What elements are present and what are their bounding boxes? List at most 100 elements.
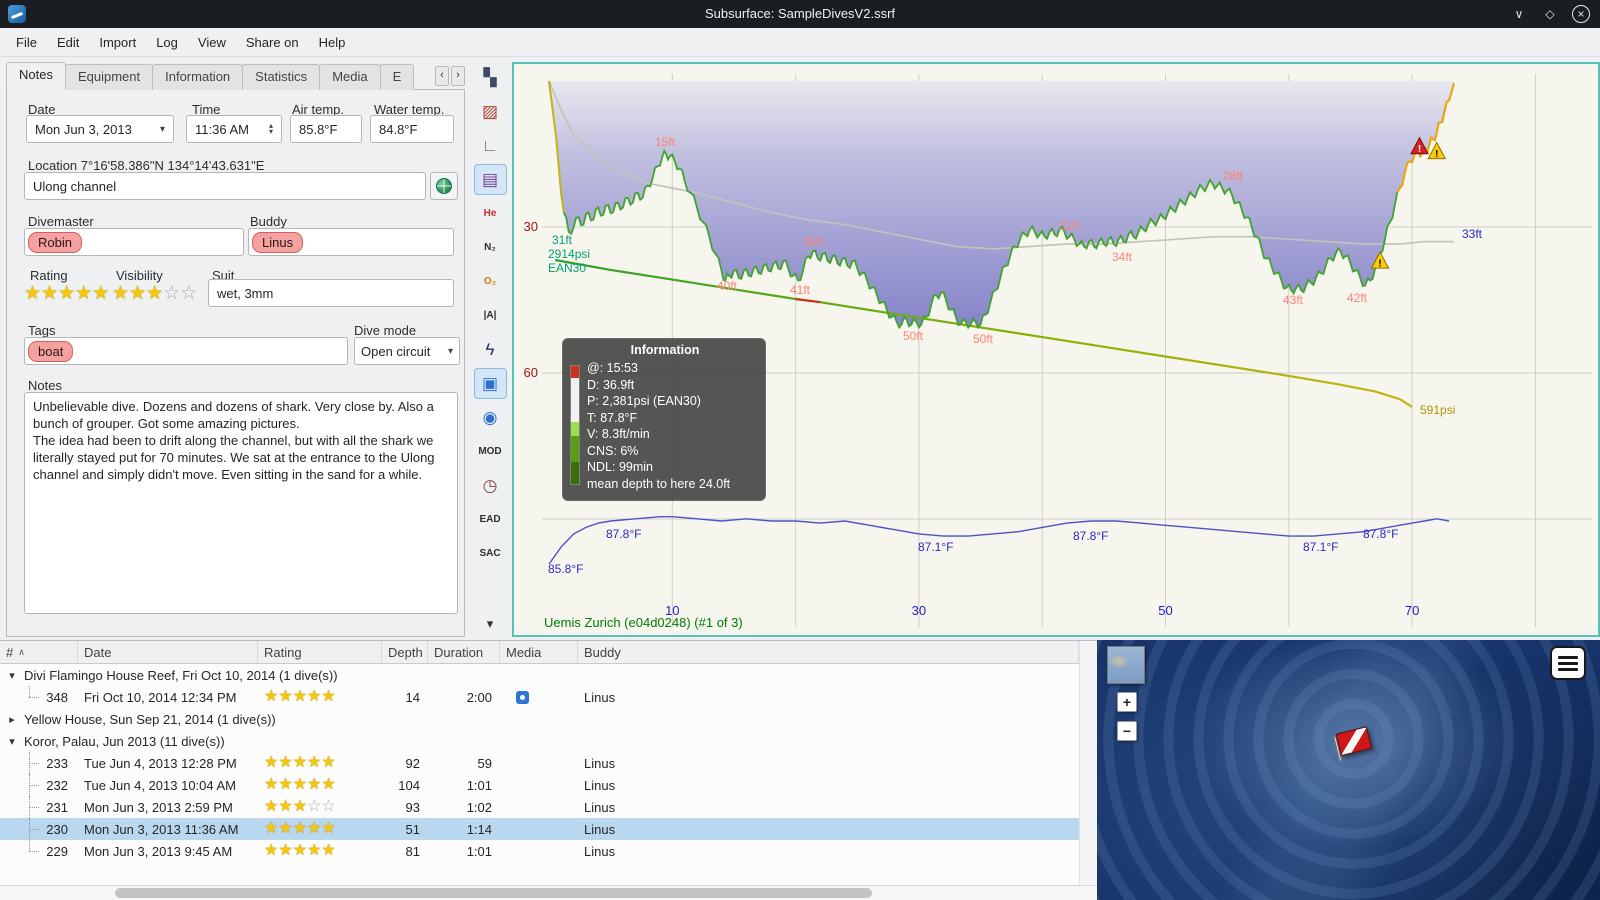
dive-mode-select[interactable]: Open circuit ▾ [354,337,460,365]
notes-textarea[interactable]: Unbelievable dive. Dozens and dozens of … [24,392,458,614]
column-header-duration[interactable]: Duration [428,641,500,663]
he-graph-icon[interactable]: He [474,198,507,229]
o2-graph-icon[interactable]: O₂ [474,266,507,297]
ndl-icon[interactable]: ◷ [474,470,507,501]
time-spinner-buttons[interactable]: ▴ ▾ [269,122,273,136]
star-icon[interactable]: ★ [112,284,129,303]
menu-import[interactable]: Import [89,31,146,54]
star-icon[interactable]: ★ [293,777,307,793]
tab-scroll-left-button[interactable]: ‹ [435,66,449,86]
menu-edit[interactable]: Edit [47,31,89,54]
star-icon[interactable]: ★ [321,689,335,705]
date-select[interactable]: Mon Jun 3, 2013 ▾ [26,115,174,143]
star-icon[interactable]: ★ [264,689,278,705]
star-icon[interactable]: ☆ [307,799,321,815]
dive-site-map[interactable]: + − [1097,640,1600,900]
menu-log[interactable]: Log [146,31,188,54]
trip-row[interactable]: ▸ Yellow House, Sun Sep 21, 2014 (1 dive(… [0,708,1079,730]
divemaster-tag[interactable]: Robin [28,231,82,253]
visibility-stars[interactable]: ★ ★ ★ ☆ ☆ [112,284,197,303]
star-icon[interactable]: ★ [321,777,335,793]
tab-notes[interactable]: Notes [6,62,66,90]
salinity-icon[interactable]: ◉ [474,402,507,433]
media-icon[interactable] [516,690,529,704]
star-icon[interactable]: ★ [293,755,307,771]
dive-site-flag-marker[interactable] [1331,724,1375,768]
menu-help[interactable]: Help [309,31,356,54]
star-icon[interactable]: ★ [293,689,307,705]
map-location-button[interactable] [430,172,458,200]
column-header-depth[interactable]: Depth [382,641,428,663]
tag-chip[interactable]: boat [28,340,74,362]
star-icon[interactable]: ★ [307,755,321,771]
star-icon[interactable]: ★ [307,821,321,837]
star-icon[interactable]: ★ [307,843,321,859]
star-icon[interactable]: ☆ [163,284,180,303]
tab-equipment[interactable]: Equipment [64,64,154,90]
dive-row-231[interactable]: 231 Mon Jun 3, 2013 2:59 PM ★ ★ ★ ☆ ☆ 93 1:02 Lin… [0,796,1079,818]
sac-icon[interactable]: SAC [474,538,507,569]
tab-statistics[interactable]: Statistics [242,64,321,90]
ceiling-icon[interactable]: |A| [474,300,507,331]
zoom-out-button[interactable]: − [1117,721,1137,741]
close-button[interactable]: × [1572,5,1590,23]
ead-icon[interactable]: EAD [474,504,507,535]
star-icon[interactable]: ★ [278,755,292,771]
star-icon[interactable]: ★ [264,821,278,837]
horizontal-scrollbar[interactable] [0,885,1097,900]
dive-row-230[interactable]: 230 Mon Jun 3, 2013 11:36 AM ★ ★ ★ ★ ★ 51 1:14 Li… [0,818,1079,840]
star-icon[interactable]: ★ [41,284,58,303]
mod-icon[interactable]: MOD [474,436,507,467]
dive-computer-icon[interactable]: ▚ [474,62,507,93]
star-icon[interactable]: ★ [321,843,335,859]
star-icon[interactable]: ★ [278,799,292,815]
star-icon[interactable]: ★ [264,755,278,771]
menu-share-on[interactable]: Share on [236,31,309,54]
divemaster-field[interactable]: Robin [24,228,244,256]
chevron-down-icon[interactable]: ▾ [6,669,18,682]
star-icon[interactable]: ★ [24,284,41,303]
vertical-scrollbar-gutter[interactable] [1079,641,1097,885]
star-icon[interactable]: ★ [278,843,292,859]
dive-row-229[interactable]: 229 Mon Jun 3, 2013 9:45 AM ★ ★ ★ ★ ★ 81 1:01 Lin… [0,840,1079,862]
photos-icon[interactable]: ▣ [473,368,507,399]
star-icon[interactable]: ★ [278,821,292,837]
overview-minimap[interactable] [1107,646,1145,684]
scrollbar-thumb[interactable] [115,888,872,898]
tab-media[interactable]: Media [319,64,381,90]
buddy-field[interactable]: Linus [248,228,454,256]
menu-file[interactable]: File [6,31,47,54]
star-icon[interactable]: ★ [58,284,75,303]
air-temp-input[interactable] [290,115,362,143]
heart-rate-icon[interactable]: ϟ [474,334,507,365]
water-temp-input[interactable] [370,115,454,143]
dive-row-232[interactable]: 232 Tue Jun 4, 2013 10:04 AM ★ ★ ★ ★ ★ 104 1:01 L… [0,774,1079,796]
column-header-[interactable]: # ∧ [0,641,78,663]
star-icon[interactable]: ★ [75,284,92,303]
tab-scroll-right-button[interactable]: › [451,66,465,86]
dive-row-233[interactable]: 233 Tue Jun 4, 2013 12:28 PM ★ ★ ★ ★ ★ 92 59 Linu… [0,752,1079,774]
star-icon[interactable]: ★ [293,799,307,815]
column-header-buddy[interactable]: Buddy [578,641,1079,663]
tank-bar-icon[interactable]: ▤ [473,164,507,195]
star-icon[interactable]: ★ [92,284,109,303]
star-icon[interactable]: ★ [321,821,335,837]
star-icon[interactable]: ☆ [180,284,197,303]
chevron-right-icon[interactable]: ▸ [6,713,18,726]
star-icon[interactable]: ★ [278,777,292,793]
column-header-rating[interactable]: Rating [258,641,382,663]
ruler-icon[interactable]: ∟ [474,130,507,161]
star-icon[interactable]: ★ [293,843,307,859]
rating-stars[interactable]: ★ ★ ★ ★ ★ [24,284,109,303]
star-icon[interactable]: ★ [321,755,335,771]
menu-view[interactable]: View [188,31,236,54]
buddy-tag[interactable]: Linus [252,231,304,253]
star-icon[interactable]: ★ [264,799,278,815]
star-icon[interactable]: ★ [264,843,278,859]
picture-icon[interactable]: ▨ [474,96,507,127]
star-icon[interactable]: ★ [307,777,321,793]
map-menu-button[interactable] [1550,646,1586,680]
zoom-in-button[interactable]: + [1117,692,1137,712]
star-icon[interactable]: ★ [129,284,146,303]
star-icon[interactable]: ★ [307,689,321,705]
